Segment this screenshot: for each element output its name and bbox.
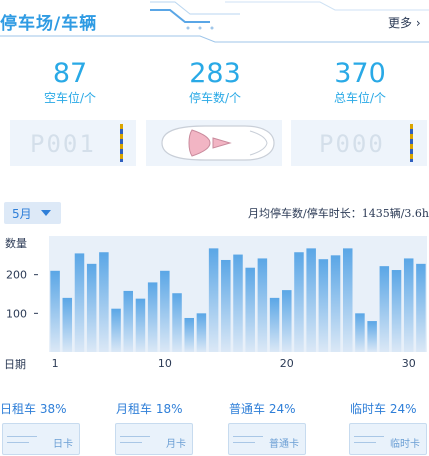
ticket-type-label: 日租车: [0, 402, 37, 416]
chart-bar: [135, 298, 146, 352]
chart-bar: [147, 282, 158, 352]
card-line: [233, 442, 255, 443]
chart-xtick-label: 1: [52, 357, 59, 370]
card-line: [120, 436, 150, 437]
chart-ytick-label: 100: [6, 307, 27, 320]
space-plate: P000: [319, 130, 385, 158]
stat-value: 283: [189, 58, 241, 89]
space-corner: [2, 120, 10, 166]
chart-bar: [342, 248, 353, 352]
card-temporary[interactable]: 临时卡: [349, 423, 427, 455]
ticket-type-label: 月租车: [116, 402, 153, 416]
card-line: [354, 436, 384, 437]
chart-bar: [184, 317, 194, 352]
ticket-type-label: 临时车: [350, 402, 387, 416]
card-daily[interactable]: 日卡: [2, 423, 80, 455]
chart-xlabel: 日期: [4, 358, 26, 371]
ticket-type-daily: 日租车 38%: [0, 400, 67, 417]
stat-label: 停车数/个: [188, 91, 242, 105]
chart-bar: [233, 254, 243, 352]
parking-space-1[interactable]: P001: [2, 120, 136, 166]
card-label: 日卡: [53, 439, 73, 450]
chart-bar: [318, 259, 329, 352]
ticket-type-percent: 38%: [39, 402, 67, 416]
chart-xtick-label: 10: [158, 357, 172, 370]
chart-bar: [294, 252, 304, 352]
ticket-type-temporary: 临时车 24%: [350, 400, 417, 417]
card-line: [7, 442, 29, 443]
parking-space-2[interactable]: P000: [291, 120, 427, 166]
card-normal[interactable]: 普通卡: [228, 423, 306, 455]
stat-value: 87: [52, 58, 88, 89]
chart-bar: [86, 263, 97, 352]
chart-bar: [208, 248, 219, 352]
chart-bar: [74, 253, 85, 352]
chart-bar: [391, 270, 402, 352]
ticket-type-monthly: 月租车 18%: [116, 400, 183, 417]
chart-ytick-label: 200: [6, 269, 27, 282]
stat-empty-spaces: 87 空车位/个: [10, 58, 130, 106]
page-title: 停车场/车辆: [0, 14, 98, 34]
chart-bar: [99, 252, 109, 352]
caret-down-icon: [41, 210, 51, 216]
chart-bar: [416, 263, 426, 352]
month-select[interactable]: 5月: [4, 202, 61, 224]
chart-bar: [50, 270, 60, 352]
chart-bar: [245, 267, 255, 352]
parking-space-occupied[interactable]: [146, 120, 282, 166]
stat-total-spaces: 370 总车位/个: [300, 58, 420, 106]
chart-bar: [355, 313, 365, 352]
ticket-type-percent: 24%: [389, 402, 417, 416]
stat-label: 空车位/个: [43, 91, 97, 105]
space-marker: [120, 124, 123, 162]
monthly-summary: 月均停车数/停车时长：1435辆/3.6h: [248, 207, 429, 220]
card-line: [120, 442, 142, 443]
ticket-type-percent: 24%: [268, 402, 296, 416]
ticket-type-label: 普通车: [229, 402, 266, 416]
space-marker: [410, 124, 413, 162]
card-line: [7, 436, 37, 437]
chart-bar: [379, 266, 390, 352]
chart-bar: [221, 259, 231, 352]
stat-label: 总车位/个: [333, 91, 387, 105]
chart-bar: [330, 255, 341, 352]
chart-bar: [111, 308, 121, 352]
chart-bar: [160, 270, 170, 352]
chart-bar: [172, 293, 182, 352]
daily-parking-chart: 100200 1 10 20 30: [6, 236, 427, 370]
month-select-value: 5月: [12, 207, 32, 221]
chart-bar: [367, 321, 377, 352]
chart-bar: [403, 258, 414, 352]
card-monthly[interactable]: 月卡: [115, 423, 193, 455]
chart-xtick-label: 30: [402, 357, 416, 370]
card-line: [233, 436, 263, 437]
chart-bar: [123, 290, 134, 352]
car-icon: [161, 125, 275, 161]
ticket-type-percent: 18%: [155, 402, 183, 416]
more-link[interactable]: 更多 ›: [388, 14, 421, 31]
card-label: 临时卡: [390, 439, 420, 450]
card-label: 月卡: [166, 439, 186, 450]
chart-bar: [282, 290, 292, 352]
space-plate: P001: [30, 130, 96, 158]
ticket-type-normal: 普通车 24%: [229, 400, 296, 417]
stat-value: 370: [334, 58, 386, 89]
card-label: 普通卡: [269, 439, 299, 450]
stat-parked: 283 停车数/个: [155, 58, 275, 106]
chart-xtick-label: 20: [280, 357, 294, 370]
card-line: [354, 442, 376, 443]
chart-bar: [257, 258, 268, 352]
chart-bar: [196, 313, 207, 352]
chart-bar: [269, 297, 280, 352]
chart-bar: [306, 248, 316, 352]
chart-bar: [62, 297, 73, 352]
